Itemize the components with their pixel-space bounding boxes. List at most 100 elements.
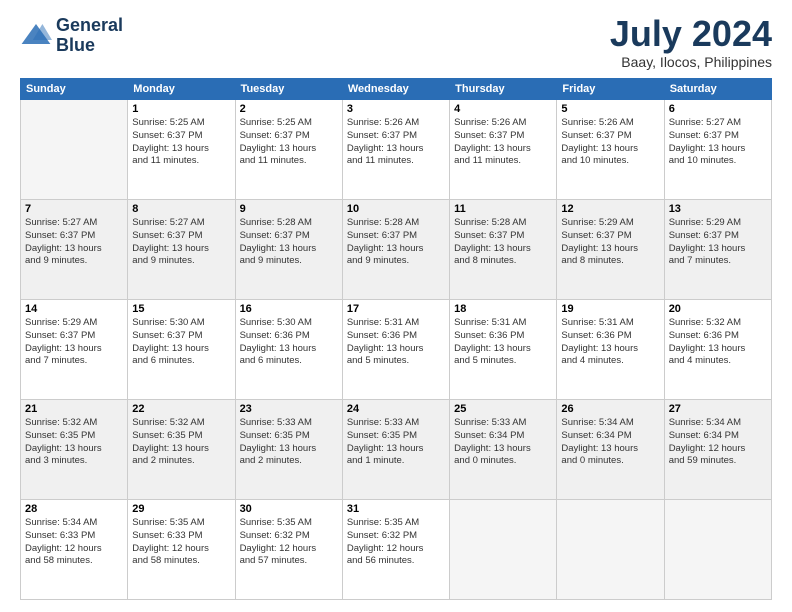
col-thursday: Thursday: [450, 79, 557, 100]
day-info: Sunrise: 5:27 AMSunset: 6:37 PMDaylight:…: [132, 217, 230, 268]
day-info: Sunrise: 5:34 AMSunset: 6:33 PMDaylight:…: [25, 517, 123, 568]
day-info: Sunrise: 5:31 AMSunset: 6:36 PMDaylight:…: [454, 317, 552, 368]
calendar-cell: 25 Sunrise: 5:33 AMSunset: 6:34 PMDayligh…: [450, 400, 557, 500]
calendar-header-row: Sunday Monday Tuesday Wednesday Thursday…: [21, 79, 772, 100]
col-monday: Monday: [128, 79, 235, 100]
logo-text-line2: Blue: [56, 36, 123, 56]
col-sunday: Sunday: [21, 79, 128, 100]
day-number: 5: [561, 103, 659, 115]
calendar-row: 1 Sunrise: 5:25 AMSunset: 6:37 PMDaylight…: [21, 100, 772, 200]
day-number: 26: [561, 403, 659, 415]
col-tuesday: Tuesday: [235, 79, 342, 100]
day-number: 7: [25, 203, 123, 215]
calendar-row: 7 Sunrise: 5:27 AMSunset: 6:37 PMDaylight…: [21, 200, 772, 300]
month-title: July 2024: [610, 16, 772, 52]
calendar-table: Sunday Monday Tuesday Wednesday Thursday…: [20, 78, 772, 600]
day-info: Sunrise: 5:31 AMSunset: 6:36 PMDaylight:…: [347, 317, 445, 368]
day-number: 15: [132, 303, 230, 315]
day-number: 11: [454, 203, 552, 215]
calendar-cell: 24Sunrise: 5:33 AMSunset: 6:35 PMDayligh…: [342, 400, 449, 500]
day-number: 4: [454, 103, 552, 115]
calendar-cell: 1Sunrise: 5:25 AMSunset: 6:37 PMDaylight…: [128, 100, 235, 200]
day-number: 27: [669, 403, 767, 415]
day-info: Sunrise: 5:32 AMSunset: 6:35 PMDaylight:…: [25, 417, 123, 468]
logo: General Blue: [20, 16, 123, 56]
day-number: 20: [669, 303, 767, 315]
calendar-cell: 31 Sunrise: 5:35 AMSunset: 6:32 PMDayligh…: [342, 500, 449, 600]
day-info: Sunrise: 5:29 AMSunset: 6:37 PMDaylight:…: [669, 217, 767, 268]
calendar-cell: 15Sunrise: 5:30 AMSunset: 6:37 PMDayligh…: [128, 300, 235, 400]
day-number: 14: [25, 303, 123, 315]
day-number: 28: [25, 503, 123, 515]
calendar-cell: 22Sunrise: 5:32 AMSunset: 6:35 PMDayligh…: [128, 400, 235, 500]
day-info: Sunrise: 5:33 AMSunset: 6:35 PMDaylight:…: [347, 417, 445, 468]
calendar-cell: 29Sunrise: 5:35 AMSunset: 6:33 PMDayligh…: [128, 500, 235, 600]
day-info: Sunrise: 5:28 AMSunset: 6:37 PMDaylight:…: [347, 217, 445, 268]
day-number: 17: [347, 303, 445, 315]
day-number: 19: [561, 303, 659, 315]
day-number: 8: [132, 203, 230, 215]
title-block: July 2024 Baay, Ilocos, Philippines: [610, 16, 772, 70]
page: General Blue July 2024 Baay, Ilocos, Phi…: [0, 0, 792, 612]
day-number: 31: [347, 503, 445, 515]
day-number: 29: [132, 503, 230, 515]
day-info: Sunrise: 5:26 AMSunset: 6:37 PMDaylight:…: [561, 117, 659, 168]
calendar-cell: 13 Sunrise: 5:29 AMSunset: 6:37 PMDayligh…: [664, 200, 771, 300]
calendar-cell: 26 Sunrise: 5:34 AMSunset: 6:34 PMDayligh…: [557, 400, 664, 500]
day-info: Sunrise: 5:33 AMSunset: 6:34 PMDaylight:…: [454, 417, 552, 468]
day-info: Sunrise: 5:29 AMSunset: 6:37 PMDaylight:…: [561, 217, 659, 268]
day-info: Sunrise: 5:29 AMSunset: 6:37 PMDaylight:…: [25, 317, 123, 368]
day-info: Sunrise: 5:35 AMSunset: 6:32 PMDaylight:…: [347, 517, 445, 568]
day-number: 18: [454, 303, 552, 315]
location: Baay, Ilocos, Philippines: [610, 54, 772, 70]
calendar-cell: 8 Sunrise: 5:27 AMSunset: 6:37 PMDaylight…: [128, 200, 235, 300]
day-number: 25: [454, 403, 552, 415]
calendar-cell: [557, 500, 664, 600]
calendar-cell: 6Sunrise: 5:27 AMSunset: 6:37 PMDaylight…: [664, 100, 771, 200]
day-number: 6: [669, 103, 767, 115]
day-info: Sunrise: 5:25 AMSunset: 6:37 PMDaylight:…: [240, 117, 338, 168]
calendar-cell: 28 Sunrise: 5:34 AMSunset: 6:33 PMDayligh…: [21, 500, 128, 600]
header: General Blue July 2024 Baay, Ilocos, Phi…: [20, 16, 772, 70]
calendar-row: 28 Sunrise: 5:34 AMSunset: 6:33 PMDayligh…: [21, 500, 772, 600]
calendar-cell: 19 Sunrise: 5:31 AMSunset: 6:36 PMDayligh…: [557, 300, 664, 400]
calendar-cell: 9 Sunrise: 5:28 AMSunset: 6:37 PMDaylight…: [235, 200, 342, 300]
calendar-cell: 7 Sunrise: 5:27 AMSunset: 6:37 PMDaylight…: [21, 200, 128, 300]
day-number: 21: [25, 403, 123, 415]
calendar-cell: 17 Sunrise: 5:31 AMSunset: 6:36 PMDayligh…: [342, 300, 449, 400]
col-wednesday: Wednesday: [342, 79, 449, 100]
day-info: Sunrise: 5:28 AMSunset: 6:37 PMDaylight:…: [454, 217, 552, 268]
col-saturday: Saturday: [664, 79, 771, 100]
day-info: Sunrise: 5:27 AMSunset: 6:37 PMDaylight:…: [25, 217, 123, 268]
day-info: Sunrise: 5:34 AMSunset: 6:34 PMDaylight:…: [561, 417, 659, 468]
day-info: Sunrise: 5:31 AMSunset: 6:36 PMDaylight:…: [561, 317, 659, 368]
day-number: 16: [240, 303, 338, 315]
calendar-cell: 5 Sunrise: 5:26 AMSunset: 6:37 PMDaylight…: [557, 100, 664, 200]
calendar-cell: 4 Sunrise: 5:26 AMSunset: 6:37 PMDaylight…: [450, 100, 557, 200]
logo-text-line1: General: [56, 16, 123, 36]
day-info: Sunrise: 5:26 AMSunset: 6:37 PMDaylight:…: [347, 117, 445, 168]
col-friday: Friday: [557, 79, 664, 100]
calendar-cell: 12Sunrise: 5:29 AMSunset: 6:37 PMDayligh…: [557, 200, 664, 300]
calendar-cell: 20Sunrise: 5:32 AMSunset: 6:36 PMDayligh…: [664, 300, 771, 400]
day-info: Sunrise: 5:28 AMSunset: 6:37 PMDaylight:…: [240, 217, 338, 268]
calendar-cell: 3Sunrise: 5:26 AMSunset: 6:37 PMDaylight…: [342, 100, 449, 200]
day-number: 23: [240, 403, 338, 415]
calendar-cell: 21 Sunrise: 5:32 AMSunset: 6:35 PMDayligh…: [21, 400, 128, 500]
day-number: 9: [240, 203, 338, 215]
day-info: Sunrise: 5:33 AMSunset: 6:35 PMDaylight:…: [240, 417, 338, 468]
day-number: 1: [132, 103, 230, 115]
calendar-cell: 18 Sunrise: 5:31 AMSunset: 6:36 PMDayligh…: [450, 300, 557, 400]
day-info: Sunrise: 5:26 AMSunset: 6:37 PMDaylight:…: [454, 117, 552, 168]
calendar-cell: 10Sunrise: 5:28 AMSunset: 6:37 PMDayligh…: [342, 200, 449, 300]
calendar-cell: 27 Sunrise: 5:34 AMSunset: 6:34 PMDayligh…: [664, 400, 771, 500]
day-number: 30: [240, 503, 338, 515]
calendar-cell: 2Sunrise: 5:25 AMSunset: 6:37 PMDaylight…: [235, 100, 342, 200]
day-info: Sunrise: 5:34 AMSunset: 6:34 PMDaylight:…: [669, 417, 767, 468]
calendar-row: 21 Sunrise: 5:32 AMSunset: 6:35 PMDayligh…: [21, 400, 772, 500]
day-info: Sunrise: 5:35 AMSunset: 6:32 PMDaylight:…: [240, 517, 338, 568]
calendar-cell: [450, 500, 557, 600]
day-number: 13: [669, 203, 767, 215]
calendar-row: 14 Sunrise: 5:29 AMSunset: 6:37 PMDayligh…: [21, 300, 772, 400]
calendar-cell: 30 Sunrise: 5:35 AMSunset: 6:32 PMDayligh…: [235, 500, 342, 600]
